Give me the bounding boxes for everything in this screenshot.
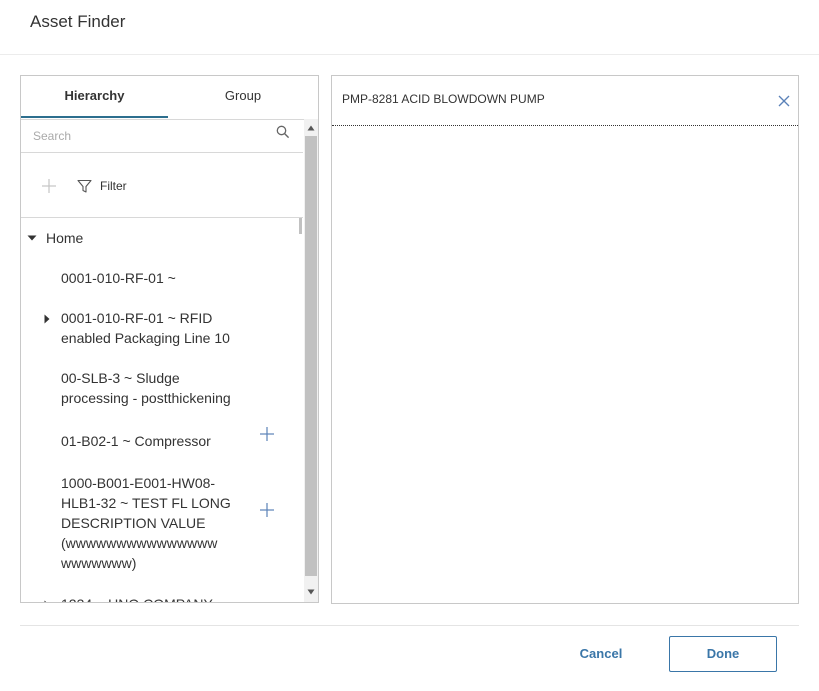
tree-node-label: 0001-010-RF-01 ~ RFID xyxy=(61,310,213,326)
tree-node-home[interactable]: Home xyxy=(27,228,83,248)
tree-node-label: Home xyxy=(46,230,84,246)
tab-hierarchy[interactable]: Hierarchy xyxy=(21,76,168,118)
asset-tree: Home 0001-010-RF-01 ~ 0001-010-RF-01 ~ R… xyxy=(21,218,303,602)
caret-right-icon[interactable] xyxy=(43,314,51,324)
filter-label: Filter xyxy=(100,179,127,193)
tree-node-label-line2: HLB1-32 ~ TEST FL LONG xyxy=(61,495,231,511)
tree-node-label: 1000-B001-E001-HW08- xyxy=(61,475,216,491)
caret-down-icon[interactable] xyxy=(27,233,37,243)
footer-divider xyxy=(20,625,799,626)
scroll-up-arrow-icon[interactable] xyxy=(304,121,318,135)
selection-panel: PMP-8281 ACID BLOWDOWN PUMP xyxy=(331,75,799,604)
tree-node-label-line4: (wwwwwwwwwwwwwww xyxy=(61,535,218,551)
tree-scrollbar[interactable] xyxy=(304,119,318,602)
tree-node-label: 01-B02-1 ~ Compressor xyxy=(61,433,211,449)
add-icon xyxy=(42,179,56,193)
scrollbar-thumb[interactable] xyxy=(305,136,317,576)
add-child-icon[interactable] xyxy=(259,426,275,442)
tree-node-label-line5: wwwwwww) xyxy=(61,555,137,571)
search-bar xyxy=(21,119,303,153)
caret-right-icon[interactable] xyxy=(43,600,51,602)
tree-node-label: 00-SLB-3 ~ Sludge xyxy=(61,370,180,386)
search-input[interactable] xyxy=(31,125,275,147)
tree-node-label-line2: processing - postthickening xyxy=(61,390,231,406)
tree-node-label: 1234 ~ UNO COMPANY xyxy=(61,594,241,602)
dialog-title: Asset Finder xyxy=(30,12,126,31)
tab-group[interactable]: Group xyxy=(168,76,318,118)
asset-browser-panel: Hierarchy Group Filter Home 0001-010-RF-… xyxy=(20,75,319,603)
tree-node-label-line3: DESCRIPTION VALUE xyxy=(61,515,206,531)
tree-node-label: 0001-010-RF-01 ~ xyxy=(61,270,176,286)
done-button[interactable]: Done xyxy=(669,636,777,672)
tree-node-label-line2: enabled Packaging Line 10 xyxy=(61,330,230,346)
title-divider xyxy=(0,54,819,55)
tree-toolbar xyxy=(21,153,303,218)
filter-button[interactable]: Filter xyxy=(77,176,127,196)
filter-icon xyxy=(77,179,92,193)
close-icon[interactable] xyxy=(778,95,790,107)
cancel-button[interactable]: Cancel xyxy=(566,636,636,672)
search-icon[interactable] xyxy=(276,125,290,139)
tab-bar: Hierarchy Group xyxy=(21,76,318,120)
scroll-down-arrow-icon[interactable] xyxy=(304,585,318,599)
selection-divider xyxy=(332,125,798,126)
add-child-icon[interactable] xyxy=(259,502,275,518)
selected-asset-label: PMP-8281 ACID BLOWDOWN PUMP xyxy=(342,92,545,106)
